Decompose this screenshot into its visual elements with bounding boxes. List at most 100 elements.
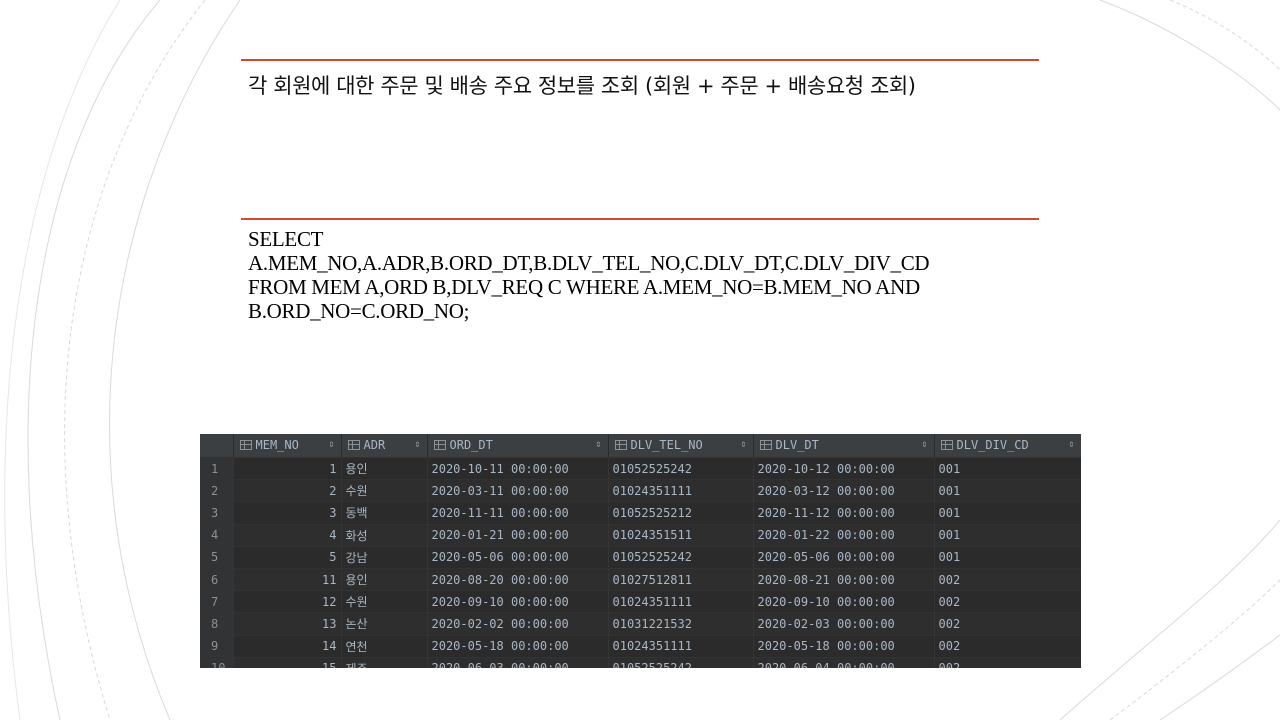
cell-adr[interactable]: 화성 <box>341 523 428 547</box>
cell-ord-dt[interactable]: 2020-05-06 00:00:00 <box>427 545 609 569</box>
cell-ord-dt[interactable]: 2020-08-20 00:00:00 <box>427 567 609 591</box>
sql-line: SELECT <box>248 227 324 251</box>
cell-dlv-tel-no[interactable]: 01024351511 <box>608 523 754 547</box>
table-row[interactable]: 7 12 수원 2020-09-10 00:00:00 01024351111 … <box>200 590 1081 613</box>
cell-dlv-div-cd[interactable]: 002 <box>934 567 1081 591</box>
cell-ord-dt[interactable]: 2020-09-10 00:00:00 <box>427 590 609 613</box>
cell-dlv-tel-no[interactable]: 01031221532 <box>608 612 754 635</box>
cell-adr[interactable]: 논산 <box>341 612 428 635</box>
cell-dlv-tel-no[interactable]: 01024351111 <box>608 479 754 502</box>
query-result-grid: MEM_NO ⇕ ADR ⇕ ORD_DT ⇕ DLV_TEL_NO ⇕ DLV_DT ⇕… <box>200 434 1081 668</box>
row-number: 10 <box>200 656 234 668</box>
column-header-dlv-dt[interactable]: DLV_DT ⇕ <box>753 434 935 458</box>
cell-dlv-dt[interactable]: 2020-08-21 00:00:00 <box>753 567 935 591</box>
cell-adr[interactable]: 수원 <box>341 590 428 613</box>
sort-icon[interactable]: ⇕ <box>1068 439 1074 450</box>
cell-mem-no[interactable]: 4 <box>233 523 342 547</box>
cell-dlv-tel-no[interactable]: 01024351111 <box>608 634 754 658</box>
cell-dlv-div-cd[interactable]: 001 <box>934 456 1081 480</box>
cell-dlv-dt[interactable]: 2020-11-12 00:00:00 <box>753 501 935 525</box>
row-number: 8 <box>200 612 234 635</box>
row-number: 5 <box>200 545 234 569</box>
cell-adr[interactable]: 강남 <box>341 545 428 569</box>
cell-adr[interactable]: 용인 <box>341 456 428 480</box>
column-icon <box>239 440 252 450</box>
cell-dlv-div-cd[interactable]: 002 <box>934 656 1081 668</box>
column-icon <box>433 440 446 450</box>
cell-adr[interactable]: 용인 <box>341 567 428 591</box>
column-header-ord-dt[interactable]: ORD_DT ⇕ <box>427 434 609 458</box>
table-row[interactable]: 8 13 논산 2020-02-02 00:00:00 01031221532 … <box>200 612 1081 635</box>
sql-divider <box>241 218 1039 220</box>
table-row[interactable]: 6 11 용인 2020-08-20 00:00:00 01027512811 … <box>200 567 1081 591</box>
cell-dlv-dt[interactable]: 2020-06-04 00:00:00 <box>753 656 935 668</box>
cell-mem-no[interactable]: 1 <box>233 456 342 480</box>
cell-dlv-tel-no[interactable]: 01052525242 <box>608 656 754 668</box>
cell-dlv-tel-no[interactable]: 01052525242 <box>608 545 754 569</box>
table-row[interactable]: 4 4 화성 2020-01-21 00:00:00 01024351511 2… <box>200 523 1081 547</box>
column-header-dlv-div-cd[interactable]: DLV_DIV_CD ⇕ <box>934 434 1081 458</box>
cell-ord-dt[interactable]: 2020-03-11 00:00:00 <box>427 479 609 502</box>
cell-dlv-tel-no[interactable]: 01052525212 <box>608 501 754 525</box>
cell-adr[interactable]: 연천 <box>341 634 428 658</box>
cell-dlv-tel-no[interactable]: 01024351111 <box>608 590 754 613</box>
column-icon <box>940 440 953 450</box>
row-number: 7 <box>200 590 234 613</box>
slide-title: 각 회원에 대한 주문 및 배송 주요 정보를 조회 (회원 + 주문 + 배송… <box>248 74 916 98</box>
cell-mem-no[interactable]: 12 <box>233 590 342 613</box>
cell-mem-no[interactable]: 13 <box>233 612 342 635</box>
cell-dlv-div-cd[interactable]: 002 <box>934 612 1081 635</box>
cell-dlv-tel-no[interactable]: 01027512811 <box>608 567 754 591</box>
column-header-mem-no[interactable]: MEM_NO ⇕ <box>233 434 342 458</box>
cell-dlv-dt[interactable]: 2020-10-12 00:00:00 <box>753 456 935 480</box>
cell-ord-dt[interactable]: 2020-11-11 00:00:00 <box>427 501 609 525</box>
cell-ord-dt[interactable]: 2020-10-11 00:00:00 <box>427 456 609 480</box>
cell-dlv-div-cd[interactable]: 001 <box>934 523 1081 547</box>
column-icon <box>759 440 772 450</box>
cell-dlv-dt[interactable]: 2020-03-12 00:00:00 <box>753 479 935 502</box>
sort-icon[interactable]: ⇕ <box>328 439 334 450</box>
cell-adr[interactable]: 수원 <box>341 479 428 502</box>
cell-ord-dt[interactable]: 2020-02-02 00:00:00 <box>427 612 609 635</box>
sort-icon[interactable]: ⇕ <box>740 439 746 450</box>
cell-dlv-div-cd[interactable]: 001 <box>934 545 1081 569</box>
cell-dlv-dt[interactable]: 2020-01-22 00:00:00 <box>753 523 935 547</box>
sort-icon[interactable]: ⇕ <box>921 439 927 450</box>
cell-dlv-dt[interactable]: 2020-02-03 00:00:00 <box>753 612 935 635</box>
sort-icon[interactable]: ⇕ <box>414 439 420 450</box>
sql-line: FROM MEM A,ORD B,DLV_REQ C WHERE A.MEM_N… <box>248 275 920 299</box>
table-row[interactable]: 2 2 수원 2020-03-11 00:00:00 01024351111 2… <box>200 479 1081 502</box>
column-icon <box>614 440 627 450</box>
cell-dlv-div-cd[interactable]: 002 <box>934 590 1081 613</box>
cell-mem-no[interactable]: 5 <box>233 545 342 569</box>
cell-mem-no[interactable]: 11 <box>233 567 342 591</box>
cell-dlv-div-cd[interactable]: 002 <box>934 634 1081 658</box>
table-row[interactable]: 3 3 동백 2020-11-11 00:00:00 01052525212 2… <box>200 501 1081 525</box>
cell-mem-no[interactable]: 15 <box>233 656 342 668</box>
cell-dlv-dt[interactable]: 2020-05-06 00:00:00 <box>753 545 935 569</box>
table-row[interactable]: 9 14 연천 2020-05-18 00:00:00 01024351111 … <box>200 634 1081 658</box>
cell-adr[interactable]: 동백 <box>341 501 428 525</box>
cell-dlv-div-cd[interactable]: 001 <box>934 501 1081 525</box>
cell-mem-no[interactable]: 14 <box>233 634 342 658</box>
cell-dlv-div-cd[interactable]: 001 <box>934 479 1081 502</box>
row-number: 6 <box>200 567 234 591</box>
sql-line: A.MEM_NO,A.ADR,B.ORD_DT,B.DLV_TEL_NO,C.D… <box>248 251 930 275</box>
column-header-adr[interactable]: ADR ⇕ <box>341 434 428 458</box>
table-row[interactable]: 5 5 강남 2020-05-06 00:00:00 01052525242 2… <box>200 545 1081 569</box>
cell-dlv-dt[interactable]: 2020-09-10 00:00:00 <box>753 590 935 613</box>
cell-mem-no[interactable]: 2 <box>233 479 342 502</box>
sort-icon[interactable]: ⇕ <box>595 439 601 450</box>
table-row[interactable]: 1 1 용인 2020-10-11 00:00:00 01052525242 2… <box>200 456 1081 480</box>
cell-ord-dt[interactable]: 2020-05-18 00:00:00 <box>427 634 609 658</box>
row-number-header <box>200 434 234 458</box>
row-number: 1 <box>200 456 234 480</box>
cell-mem-no[interactable]: 3 <box>233 501 342 525</box>
cell-ord-dt[interactable]: 2020-06-03 00:00:00 <box>427 656 609 668</box>
cell-dlv-dt[interactable]: 2020-05-18 00:00:00 <box>753 634 935 658</box>
cell-adr[interactable]: 제주 <box>341 656 428 668</box>
cell-ord-dt[interactable]: 2020-01-21 00:00:00 <box>427 523 609 547</box>
table-row[interactable]: 10 15 제주 2020-06-03 00:00:00 01052525242… <box>200 656 1081 668</box>
cell-dlv-tel-no[interactable]: 01052525242 <box>608 456 754 480</box>
column-header-dlv-tel-no[interactable]: DLV_TEL_NO ⇕ <box>608 434 754 458</box>
